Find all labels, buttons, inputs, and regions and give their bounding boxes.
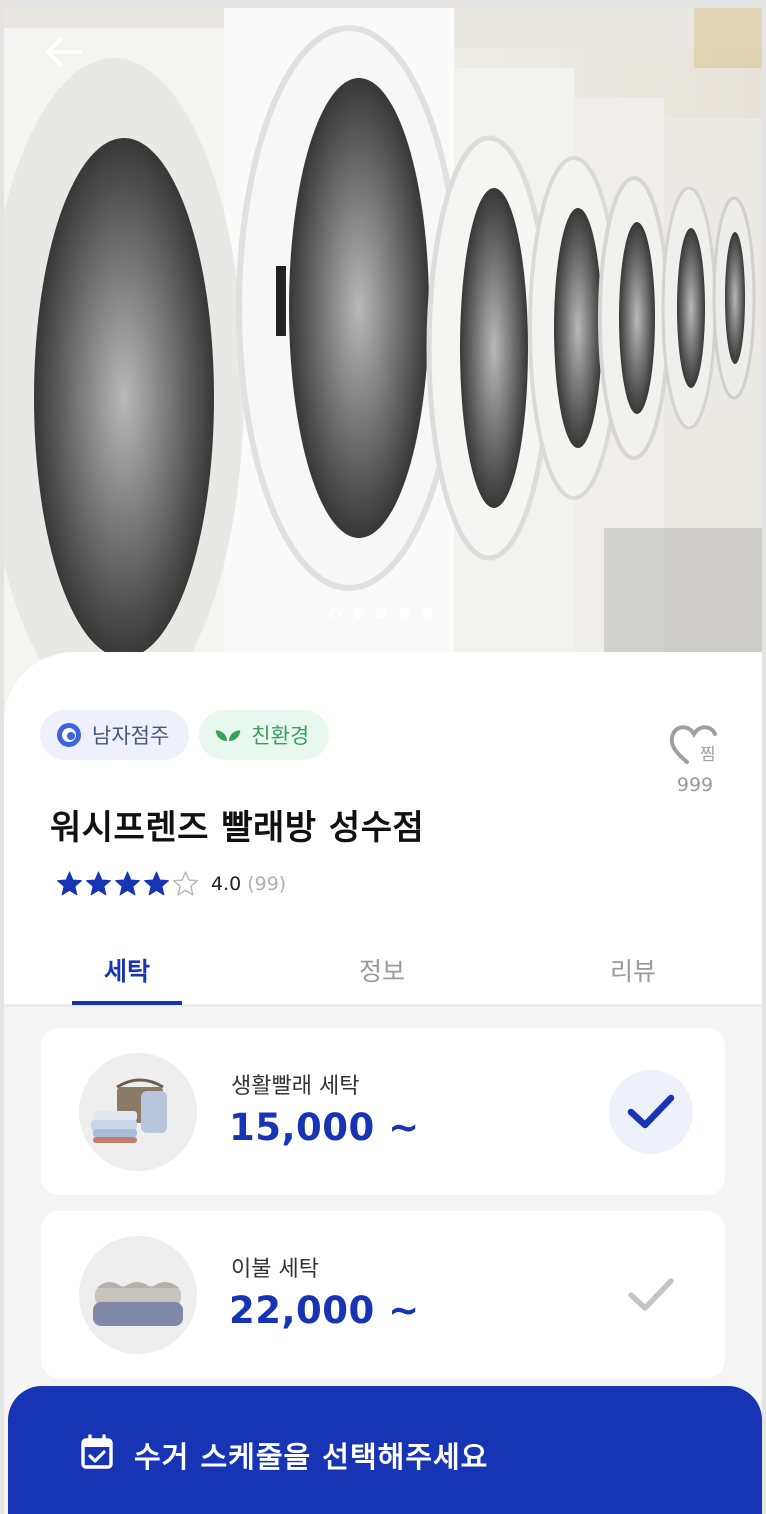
blanket-image	[79, 1236, 197, 1354]
select-toggle[interactable]	[609, 1253, 693, 1337]
carousel-dot[interactable]	[422, 608, 433, 619]
back-button[interactable]	[44, 36, 96, 88]
arrow-left-icon	[46, 37, 82, 67]
service-list: 생활빨래 세탁 15,000 ~ 이불 세탁 22,000 ~	[41, 1028, 725, 1394]
star-filled-icon	[57, 871, 82, 896]
heart-jjim-icon: 찜	[669, 725, 717, 765]
star-filled-icon	[86, 871, 111, 896]
tag-eco: 친환경	[199, 710, 330, 760]
service-price: 15,000 ~	[229, 1106, 420, 1149]
tag-label: 남자점주	[92, 724, 170, 748]
leaf-icon	[215, 722, 241, 748]
select-pickup-schedule-button[interactable]: 수거 스케줄을 선택해주세요	[8, 1386, 762, 1514]
svg-text:찜: 찜	[700, 745, 716, 765]
carousel-indicator	[330, 608, 433, 619]
service-name: 이불 세탁	[231, 1257, 319, 1282]
store-rating: 4.0 (99)	[56, 870, 286, 897]
store-name: 워시프렌즈 빨래방 성수점	[50, 808, 425, 848]
tag-owner-male: 남자점주	[40, 710, 190, 760]
carousel-dot[interactable]	[353, 608, 364, 619]
favorite-button[interactable]: 찜 999	[664, 720, 726, 796]
carousel-dot[interactable]	[330, 608, 341, 619]
rating-value: 4.0	[211, 872, 242, 895]
store-tabs: 세탁 정보 리뷰	[4, 942, 762, 1007]
service-card-blanket[interactable]: 이불 세탁 22,000 ~	[41, 1211, 725, 1378]
tag-label: 친환경	[251, 724, 310, 748]
washing-machines-photo	[4, 8, 762, 708]
star-filled-icon	[115, 871, 140, 896]
tab-review[interactable]: 리뷰	[610, 952, 656, 988]
select-toggle[interactable]	[609, 1070, 693, 1154]
laundry-basket-image	[79, 1053, 197, 1171]
active-tab-indicator	[72, 1001, 182, 1005]
service-name: 생활빨래 세탁	[231, 1074, 360, 1099]
store-info-panel: 남자점주 친환경 찜 999 워시프렌즈 빨래방 성수점 4.0 (99) 세탁	[4, 652, 762, 1007]
star-rating	[56, 870, 199, 897]
carousel-dot[interactable]	[376, 608, 387, 619]
service-card-daily-laundry[interactable]: 생활빨래 세탁 15,000 ~	[41, 1028, 725, 1195]
calendar-check-icon	[81, 1434, 113, 1469]
checkmark-icon	[627, 1094, 675, 1129]
favorite-count: 999	[676, 774, 714, 796]
service-price: 22,000 ~	[229, 1289, 420, 1332]
person-circle-icon	[56, 722, 82, 748]
store-tags: 남자점주 친환경	[40, 710, 330, 760]
carousel-dot[interactable]	[399, 608, 410, 619]
tab-wash[interactable]: 세탁	[104, 952, 150, 988]
cta-label: 수거 스케줄을 선택해주세요	[134, 1440, 489, 1474]
app-frame: 남자점주 친환경 찜 999 워시프렌즈 빨래방 성수점 4.0 (99) 세탁	[0, 0, 766, 1514]
store-hero-image[interactable]	[4, 8, 762, 708]
rating-count: (99)	[247, 872, 287, 895]
star-empty-icon	[172, 871, 199, 896]
checkmark-icon	[628, 1278, 674, 1311]
tab-info[interactable]: 정보	[359, 952, 405, 988]
star-filled-icon	[144, 871, 169, 896]
